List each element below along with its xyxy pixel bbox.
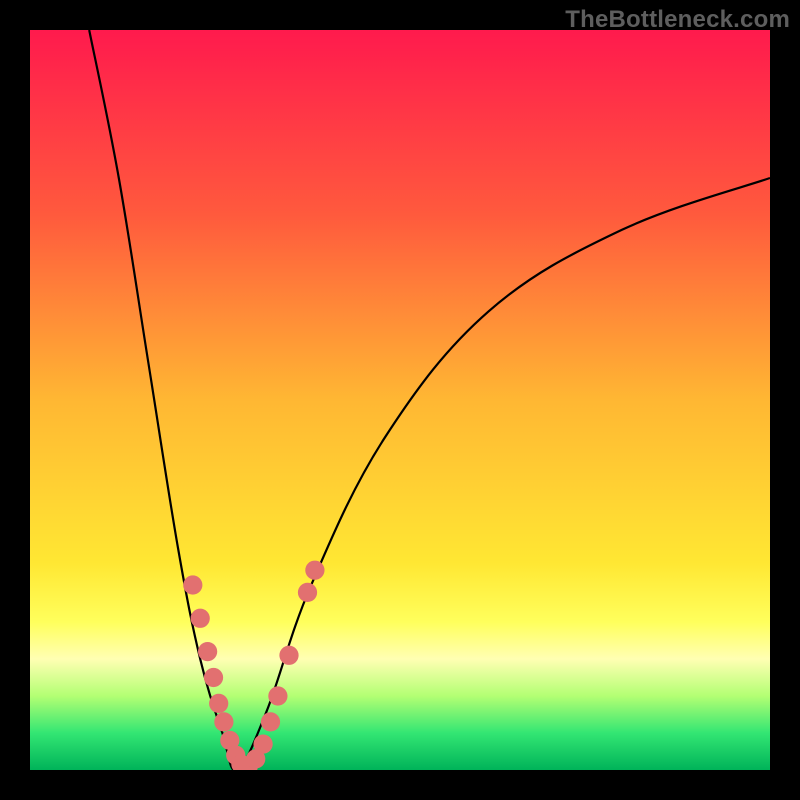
- data-marker: [191, 609, 210, 628]
- data-marker: [279, 646, 298, 665]
- data-marker: [305, 561, 324, 580]
- watermark-text: TheBottleneck.com: [565, 6, 790, 34]
- data-marker: [183, 575, 202, 594]
- chart-svg: [30, 30, 770, 770]
- data-marker: [261, 712, 280, 731]
- bottleneck-curve: [89, 30, 770, 770]
- data-marker: [209, 694, 228, 713]
- data-marker: [268, 686, 287, 705]
- data-marker: [204, 668, 223, 687]
- data-marker: [198, 642, 217, 661]
- data-marker: [298, 583, 317, 602]
- data-marker: [214, 712, 233, 731]
- data-marker: [253, 734, 272, 753]
- chart-plot-area: [30, 30, 770, 770]
